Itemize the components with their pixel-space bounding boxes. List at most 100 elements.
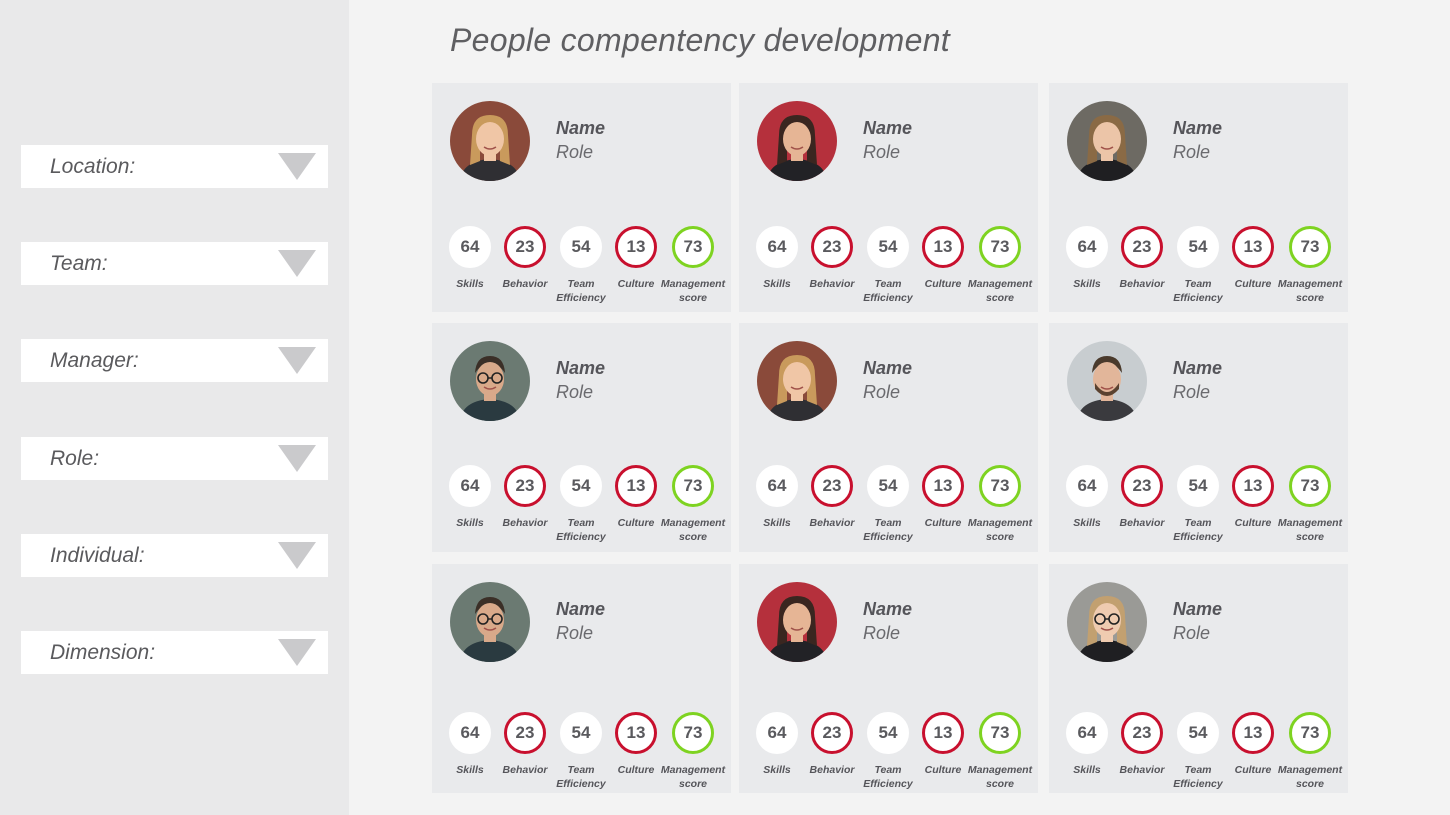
behavior-score: 23 bbox=[811, 712, 853, 754]
metric-label-line: score bbox=[678, 531, 708, 543]
avatar bbox=[1067, 101, 1147, 181]
person-role: Role bbox=[1173, 623, 1211, 643]
team-filter-dropdown[interactable]: Team: bbox=[21, 242, 328, 285]
metric-label-line: Management bbox=[1277, 764, 1343, 776]
culture-score: 13 bbox=[922, 465, 964, 507]
person-name: Name bbox=[863, 358, 913, 378]
triangle-down-icon[interactable] bbox=[278, 153, 316, 180]
management-score-label: Management score bbox=[653, 763, 733, 791]
person-card[interactable]: Name Role 64 Skills 23 Behavior 54 Team Efficien… bbox=[1049, 83, 1348, 312]
metric-label-line: Efficiency bbox=[863, 778, 913, 790]
management-score-label: Management score bbox=[1270, 516, 1350, 544]
culture-score: 13 bbox=[615, 226, 657, 268]
triangle-down-icon[interactable] bbox=[278, 445, 316, 472]
management-score-score: 73 bbox=[672, 465, 714, 507]
dimension-filter-label: Dimension: bbox=[50, 640, 156, 664]
management-score-label: Management score bbox=[1270, 277, 1350, 305]
manager-filter-label: Manager: bbox=[50, 348, 139, 372]
page-title: People compentency development bbox=[450, 22, 950, 58]
location-filter-dropdown[interactable]: Location: bbox=[21, 145, 328, 188]
culture-score: 13 bbox=[1232, 226, 1274, 268]
metric-label-line: Management bbox=[660, 764, 726, 776]
management-score-metric: 73 Management score bbox=[960, 465, 1040, 544]
manager-filter-dropdown[interactable]: Manager: bbox=[21, 339, 328, 382]
avatar bbox=[757, 341, 837, 421]
person-name: Name bbox=[863, 118, 913, 138]
metric-label-line: score bbox=[985, 292, 1015, 304]
metric-label-line: Efficiency bbox=[1173, 531, 1223, 543]
metric-label-line: Efficiency bbox=[1173, 292, 1223, 304]
management-score-label: Management score bbox=[653, 516, 733, 544]
management-score-label: Management score bbox=[960, 516, 1040, 544]
triangle-down-icon[interactable] bbox=[278, 347, 316, 374]
person-card[interactable]: Name Role 64 Skills 23 Behavior 54 Team Efficien… bbox=[739, 564, 1038, 793]
management-score-score: 73 bbox=[1289, 465, 1331, 507]
metric-label-line: Management bbox=[967, 517, 1033, 529]
behavior-score: 23 bbox=[504, 712, 546, 754]
management-score-score: 73 bbox=[672, 712, 714, 754]
person-card[interactable]: Name Role 64 Skills 23 Behavior 54 Team Efficien… bbox=[432, 83, 731, 312]
triangle-down-icon[interactable] bbox=[278, 250, 316, 277]
behavior-score: 23 bbox=[504, 226, 546, 268]
management-score-metric: 73 Management score bbox=[960, 712, 1040, 791]
person-role: Role bbox=[556, 142, 594, 162]
person-card[interactable]: Name Role 64 Skills 23 Behavior 54 Team Efficien… bbox=[432, 323, 731, 552]
metric-label-line: score bbox=[678, 292, 708, 304]
metric-label-line: Efficiency bbox=[863, 292, 913, 304]
person-card[interactable]: Name Role 64 Skills 23 Behavior 54 Team Efficien… bbox=[432, 564, 731, 793]
behavior-score: 23 bbox=[1121, 226, 1163, 268]
role-filter-label: Role: bbox=[50, 446, 100, 470]
metric-label-line: Efficiency bbox=[863, 531, 913, 543]
person-role: Role bbox=[1173, 142, 1211, 162]
person-name: Name bbox=[1173, 599, 1223, 619]
management-score-label: Management score bbox=[653, 277, 733, 305]
avatar bbox=[450, 582, 530, 662]
triangle-down-icon[interactable] bbox=[278, 542, 316, 569]
management-score-score: 73 bbox=[672, 226, 714, 268]
person-card[interactable]: Name Role 64 Skills 23 Behavior 54 Team Efficien… bbox=[1049, 564, 1348, 793]
metric-label-line: Efficiency bbox=[556, 531, 606, 543]
person-card[interactable]: Name Role 64 Skills 23 Behavior 54 Team Efficien… bbox=[739, 83, 1038, 312]
person-role: Role bbox=[863, 382, 901, 402]
management-score-label: Management score bbox=[960, 277, 1040, 305]
metric-label-line: score bbox=[985, 531, 1015, 543]
person-name: Name bbox=[556, 358, 606, 378]
metric-label-line: Management bbox=[660, 517, 726, 529]
metric-label-line: Management bbox=[660, 278, 726, 290]
avatar bbox=[450, 101, 530, 181]
management-score-metric: 73 Management score bbox=[1270, 226, 1350, 305]
individual-filter-label: Individual: bbox=[50, 543, 145, 567]
avatar bbox=[757, 582, 837, 662]
management-score-metric: 73 Management score bbox=[653, 465, 733, 544]
avatar bbox=[1067, 341, 1147, 421]
management-score-metric: 73 Management score bbox=[960, 226, 1040, 305]
management-score-metric: 73 Management score bbox=[653, 226, 733, 305]
metric-label-line: Management bbox=[1277, 278, 1343, 290]
management-score-score: 73 bbox=[1289, 226, 1331, 268]
individual-filter-dropdown[interactable]: Individual: bbox=[21, 534, 328, 577]
team-filter-label: Team: bbox=[50, 251, 108, 275]
person-role: Role bbox=[863, 142, 901, 162]
metric-label-line: Management bbox=[967, 278, 1033, 290]
metric-label-line: score bbox=[1295, 778, 1325, 790]
person-card[interactable]: Name Role 64 Skills 23 Behavior 54 Team Efficien… bbox=[739, 323, 1038, 552]
culture-score: 13 bbox=[615, 712, 657, 754]
management-score-metric: 73 Management score bbox=[1270, 465, 1350, 544]
metric-label-line: Efficiency bbox=[1173, 778, 1223, 790]
person-role: Role bbox=[556, 623, 594, 643]
triangle-down-icon[interactable] bbox=[278, 639, 316, 666]
person-role: Role bbox=[863, 623, 901, 643]
person-card[interactable]: Name Role 64 Skills 23 Behavior 54 Team Efficien… bbox=[1049, 323, 1348, 552]
metric-label-line: Management bbox=[967, 764, 1033, 776]
role-filter-dropdown[interactable]: Role: bbox=[21, 437, 328, 480]
dimension-filter-dropdown[interactable]: Dimension: bbox=[21, 631, 328, 674]
location-filter-label: Location: bbox=[50, 154, 136, 178]
management-score-label: Management score bbox=[960, 763, 1040, 791]
avatar bbox=[757, 101, 837, 181]
culture-score: 13 bbox=[615, 465, 657, 507]
person-name: Name bbox=[556, 118, 606, 138]
person-name: Name bbox=[1173, 358, 1223, 378]
management-score-score: 73 bbox=[979, 226, 1021, 268]
person-name: Name bbox=[1173, 118, 1223, 138]
behavior-score: 23 bbox=[1121, 465, 1163, 507]
